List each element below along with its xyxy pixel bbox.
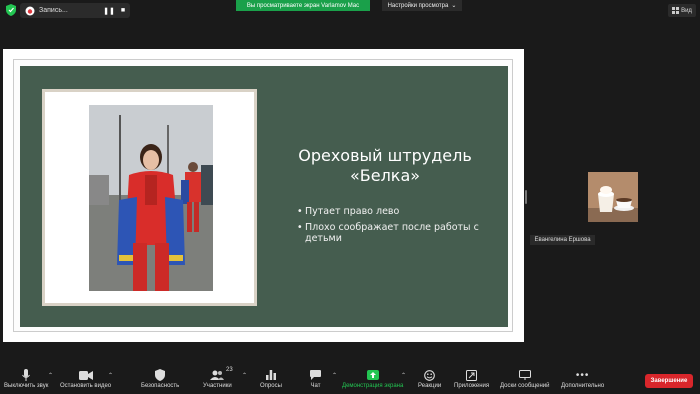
- video-options-chevron-icon[interactable]: ⌃: [108, 372, 113, 379]
- slide-bullets: Путает право лево Плохо соображает после…: [297, 206, 487, 249]
- share-options-chevron-icon[interactable]: ⌃: [401, 372, 406, 379]
- grid-view-icon: [672, 7, 680, 14]
- mute-label: Выключить звук: [4, 383, 49, 389]
- apps-label: Приложения: [454, 383, 490, 389]
- microphone-icon: [22, 368, 31, 382]
- stop-recording-icon[interactable]: ■: [116, 5, 130, 17]
- recording-label: Запись...: [39, 7, 68, 14]
- pause-recording-icon[interactable]: ❚❚: [102, 5, 116, 17]
- end-meeting-button[interactable]: Завершение: [645, 374, 693, 388]
- view-button-label: Вид: [681, 7, 692, 14]
- more-button[interactable]: ••• Дополнительно: [561, 368, 604, 394]
- presentation-slide: Ореховый штрудель «Белка» Путает право л…: [20, 66, 508, 327]
- more-label: Дополнительно: [561, 383, 605, 389]
- mute-button[interactable]: Выключить звук: [4, 368, 48, 394]
- participants-label: Участники: [203, 383, 232, 389]
- slide-photo: [89, 105, 213, 291]
- share-screen-icon: [366, 368, 379, 382]
- photo-person-illustration: [89, 105, 213, 291]
- photo-frame: [42, 89, 257, 306]
- participants-options-chevron-icon[interactable]: ⌃: [242, 372, 247, 379]
- view-button[interactable]: Вид: [668, 4, 696, 17]
- polls-button[interactable]: Опросы: [260, 368, 282, 394]
- security-shield-icon: [155, 368, 166, 382]
- slide-bullet: Плохо соображает после работы с детьми: [297, 222, 487, 244]
- apps-icon: [466, 368, 478, 382]
- audio-options-chevron-icon[interactable]: ⌃: [48, 372, 53, 379]
- whiteboards-label: Доски сообщений: [500, 383, 550, 389]
- security-label: Безопасность: [141, 383, 180, 389]
- shield-icon[interactable]: [6, 4, 16, 16]
- slide-bullet: Путает право лево: [297, 206, 487, 217]
- slide-title: Ореховый штрудель «Белка»: [298, 146, 472, 185]
- whiteboards-button[interactable]: Доски сообщений: [500, 368, 550, 394]
- video-camera-icon: [78, 368, 93, 382]
- chat-options-chevron-icon[interactable]: ⌃: [332, 372, 337, 379]
- apps-button[interactable]: Приложения: [454, 368, 489, 394]
- share-screen-label: Демонстрация экрана: [342, 383, 404, 389]
- share-screen-button[interactable]: Демонстрация экрана: [342, 368, 403, 394]
- stop-video-label: Остановить видео: [60, 383, 112, 389]
- resize-handle[interactable]: [525, 190, 527, 204]
- meeting-toolbar: Выключить звук ⌃ Остановить видео ⌃ Безо…: [0, 366, 700, 394]
- reactions-button[interactable]: Реакции: [418, 368, 441, 394]
- security-button[interactable]: Безопасность: [141, 368, 179, 394]
- chat-bubble-icon: [310, 368, 321, 382]
- top-bar: Запись... ❚❚ ■ Вы просматриваете экран V…: [0, 0, 700, 20]
- chat-label: Чат: [310, 383, 321, 389]
- view-options-label: Настройки просмотра: [387, 2, 449, 9]
- recording-cloud-icon: [25, 6, 35, 15]
- participant-video-tile[interactable]: [588, 172, 638, 222]
- participant-avatar-image: [588, 172, 638, 222]
- view-options-button[interactable]: Настройки просмотра ⌄: [382, 0, 462, 11]
- whiteboard-icon: [518, 368, 531, 382]
- polls-icon: [265, 368, 276, 382]
- slide-frame: Ореховый штрудель «Белка» Путает право л…: [13, 59, 513, 332]
- recording-indicator: Запись... ❚❚ ■: [20, 3, 130, 18]
- stop-video-button[interactable]: Остановить видео: [60, 368, 111, 394]
- participants-count: 23: [226, 367, 233, 373]
- share-banner: Вы просматриваете экран Varlamov Mac: [236, 0, 370, 11]
- reactions-label: Реакции: [418, 383, 442, 389]
- more-dots-icon: •••: [575, 369, 590, 381]
- participant-name-label: Евангелина Ершова: [530, 235, 595, 245]
- shared-screen: Ореховый штрудель «Белка» Путает право л…: [3, 49, 524, 342]
- chevron-down-icon: ⌄: [451, 3, 457, 9]
- chat-button[interactable]: Чат: [310, 368, 321, 394]
- polls-label: Опросы: [260, 383, 282, 389]
- participants-icon: [210, 368, 225, 382]
- reactions-smiley-icon: [424, 368, 435, 382]
